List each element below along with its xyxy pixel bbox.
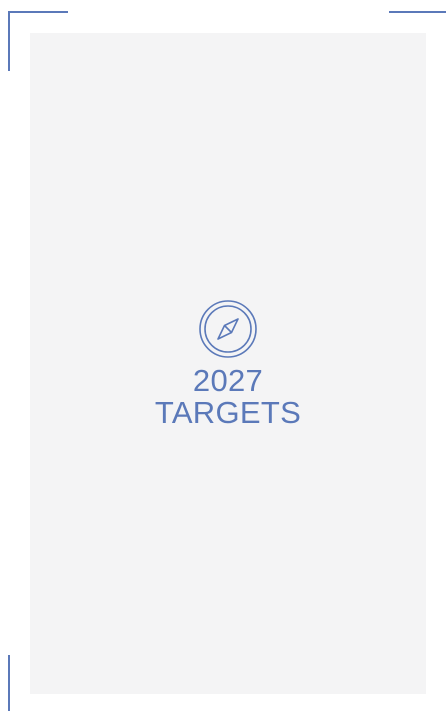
page-title: 2027 TARGETS bbox=[30, 365, 426, 429]
compass-icon bbox=[199, 300, 257, 358]
corner-top-right-horizontal bbox=[389, 11, 446, 13]
cover-panel: 2027 TARGETS bbox=[30, 33, 426, 694]
title-targets: TARGETS bbox=[154, 395, 302, 430]
cover-content: 2027 TARGETS bbox=[30, 299, 426, 429]
corner-top-left-horizontal bbox=[8, 11, 68, 13]
corner-top-left-vertical bbox=[8, 11, 10, 71]
corner-bottom-left-vertical bbox=[8, 655, 10, 711]
title-year: 2027 bbox=[192, 363, 264, 398]
